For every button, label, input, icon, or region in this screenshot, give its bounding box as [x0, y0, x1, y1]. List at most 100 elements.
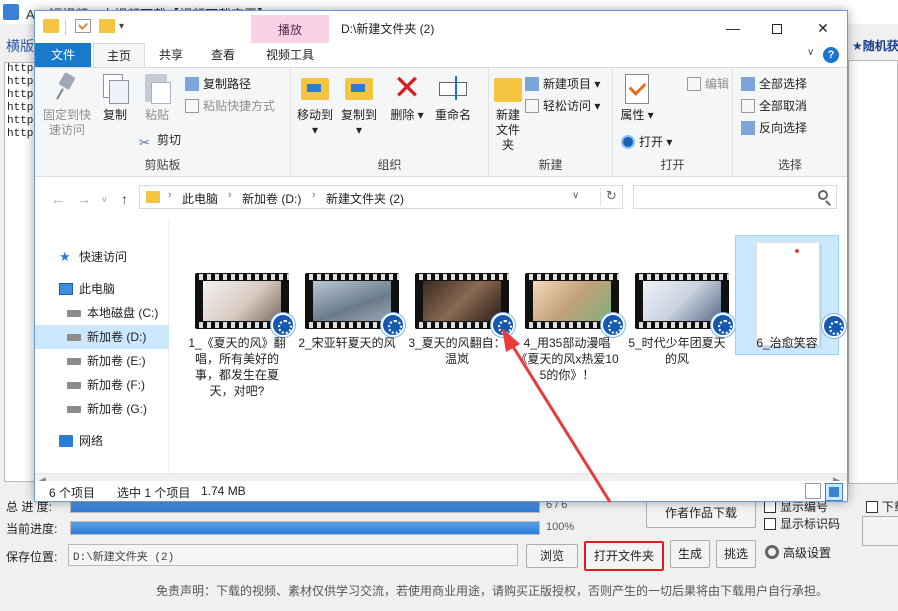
layout-menu[interactable]: 横版: [6, 36, 34, 56]
url-line: https:: [7, 89, 37, 101]
new-item-label: 新建项目: [543, 77, 592, 91]
paste-shortcut-button[interactable]: 粘贴快捷方式: [185, 96, 275, 116]
chevron-right-icon[interactable]: ›: [168, 189, 172, 201]
properties-button[interactable]: 属性 ▾: [617, 72, 657, 123]
easy-access-label: 轻松访问: [543, 99, 592, 113]
move-to-button[interactable]: 移动到 ▾: [295, 72, 335, 138]
file-name: 5_时代少年团夏天的风: [628, 336, 726, 366]
nav-network[interactable]: 网络: [35, 429, 169, 453]
nav-drive-c-label: 本地磁盘 (C:): [87, 306, 159, 320]
chevron-down-icon[interactable]: ∨: [572, 190, 579, 201]
nav-drive-g[interactable]: 新加卷 (G:): [35, 397, 169, 421]
new-folder-icon[interactable]: [99, 19, 115, 33]
paste-button[interactable]: 粘贴: [137, 72, 177, 123]
right-action-button[interactable]: [862, 516, 898, 546]
tab-file[interactable]: 文件: [35, 43, 91, 67]
file-item[interactable]: 5_时代少年团夏天的风: [625, 235, 735, 405]
recent-locations-chevron-icon[interactable]: ∨: [101, 194, 108, 205]
easy-access-button[interactable]: 轻松访问 ▾: [525, 96, 600, 116]
copy-to-button[interactable]: 复制到 ▾: [337, 72, 381, 138]
pick-button[interactable]: 挑选: [716, 540, 756, 568]
quick-access-separator: [65, 19, 66, 35]
tab-video-tools[interactable]: 视频工具: [251, 43, 329, 67]
nav-network-label: 网络: [79, 434, 104, 448]
chevron-down-icon[interactable]: ▾: [119, 21, 129, 35]
close-button[interactable]: ✕: [801, 15, 845, 41]
copy-to-label: 复制到: [340, 108, 377, 122]
url-input-list[interactable]: https: https: https: https: https: https…: [4, 62, 38, 482]
nav-this-pc[interactable]: 此电脑: [35, 277, 169, 301]
help-icon[interactable]: ?: [823, 47, 839, 63]
new-folder-icon: [492, 72, 524, 104]
breadcrumb-drive-d[interactable]: 新加卷 (D:): [242, 190, 301, 207]
breadcrumb-current-folder[interactable]: 新建文件夹 (2): [326, 190, 404, 207]
url-line: https:: [7, 102, 37, 114]
item-count: 6 个项目: [49, 486, 96, 500]
file-name: 1_《夏天的风》翻唱，所有美好的事，都发生在夏天，对吧?: [188, 336, 286, 398]
breadcrumb-this-pc[interactable]: 此电脑: [182, 190, 218, 207]
nav-drive-d[interactable]: 新加卷 (D:): [35, 325, 169, 349]
invert-selection-button[interactable]: 反向选择: [741, 118, 807, 138]
browse-button[interactable]: 浏览: [526, 544, 578, 568]
file-item[interactable]: 3_夏天的风翻自：温岚: [405, 235, 515, 405]
up-arrow-icon[interactable]: ↑: [121, 191, 128, 207]
right-download-option[interactable]: 下载: [866, 498, 898, 515]
details-view-icon[interactable]: [805, 483, 821, 499]
random-menu[interactable]: ★随机获: [852, 37, 898, 54]
nav-drive-f[interactable]: 新加卷 (F:): [35, 373, 169, 397]
tab-share[interactable]: 共享: [147, 43, 195, 67]
delete-button[interactable]: ✕ 删除 ▾: [387, 71, 427, 123]
minimize-button[interactable]: —: [711, 15, 755, 41]
properties-icon[interactable]: [75, 19, 91, 33]
file-item[interactable]: 2_宋亚轩夏天的风: [295, 235, 405, 405]
save-path-field[interactable]: D:\新建文件夹 (2): [68, 544, 518, 566]
cut-button[interactable]: ✂ 剪切: [139, 130, 181, 150]
chevron-down-icon[interactable]: ∨: [807, 47, 814, 58]
video-frame: [423, 281, 501, 321]
address-bar[interactable]: › 此电脑 › 新加卷 (D:) › 新建文件夹 (2) ∨ ↻: [139, 185, 623, 209]
generate-button[interactable]: 生成: [670, 540, 710, 568]
large-icons-view-icon[interactable]: [825, 483, 843, 501]
properties-icon: [621, 72, 653, 104]
new-item-button[interactable]: 新建项目 ▾: [525, 74, 600, 94]
edit-button[interactable]: 编辑: [687, 74, 729, 94]
search-input[interactable]: [633, 185, 837, 209]
move-to-label: 移动到: [296, 108, 333, 122]
advanced-settings-button[interactable]: 高级设置: [765, 544, 831, 561]
clipboard-icon: [141, 72, 173, 104]
maximize-button[interactable]: [755, 15, 799, 41]
file-name: 4_用35部动漫唱《夏天的风x热爱105的你》！: [515, 336, 619, 382]
show-watermark-checkbox-row[interactable]: 显示标识码: [764, 515, 840, 532]
copy-path-button[interactable]: 复制路径: [185, 74, 251, 94]
select-all-button[interactable]: 全部选择: [741, 74, 807, 94]
select-none-button[interactable]: 全部取消: [741, 96, 807, 116]
refresh-icon[interactable]: ↻: [600, 188, 622, 206]
author-works-download-button[interactable]: 作者作品下载: [646, 498, 756, 528]
forward-arrow-icon[interactable]: →: [77, 191, 91, 207]
file-item-selected[interactable]: 6_治愈笑容: [735, 235, 846, 405]
tab-view[interactable]: 查看: [199, 43, 247, 67]
result-list-panel[interactable]: [848, 60, 898, 484]
nav-drive-e[interactable]: 新加卷 (E:): [35, 349, 169, 373]
show-watermark-checkbox[interactable]: [764, 518, 776, 530]
chevron-right-icon[interactable]: ›: [228, 189, 232, 201]
drive-icon: [67, 334, 81, 341]
copy-button[interactable]: 复制: [95, 72, 135, 123]
right-download-checkbox[interactable]: [866, 501, 878, 513]
folder-icon[interactable]: [43, 19, 59, 33]
new-folder-button[interactable]: 新建文件夹: [489, 72, 527, 153]
nav-drive-c[interactable]: 本地磁盘 (C:): [35, 301, 169, 325]
back-arrow-icon[interactable]: ←: [51, 191, 65, 207]
tab-home[interactable]: 主页: [93, 43, 145, 67]
nav-quick-access[interactable]: ★ 快速访问: [35, 245, 169, 269]
pin-quick-access-button[interactable]: 固定到快速访问: [41, 72, 93, 138]
file-item[interactable]: 4_用35部动漫唱《夏天的风x热爱105的你》！: [515, 235, 625, 405]
rename-button[interactable]: 重命名: [429, 72, 477, 123]
file-explorer-window: ▾ 播放 D:\新建文件夹 (2) — ✕ 文件 主页 共享 查看 视频工具 ∨…: [34, 10, 848, 502]
chevron-right-icon[interactable]: ›: [312, 189, 316, 201]
open-button[interactable]: 打开 ▾: [621, 132, 672, 152]
file-item[interactable]: 1_《夏天的风》翻唱，所有美好的事，都发生在夏天，对吧?: [185, 235, 295, 405]
url-line: https:: [7, 63, 37, 75]
open-folder-button[interactable]: 打开文件夹: [584, 541, 664, 571]
show-number-checkbox[interactable]: [764, 501, 776, 513]
